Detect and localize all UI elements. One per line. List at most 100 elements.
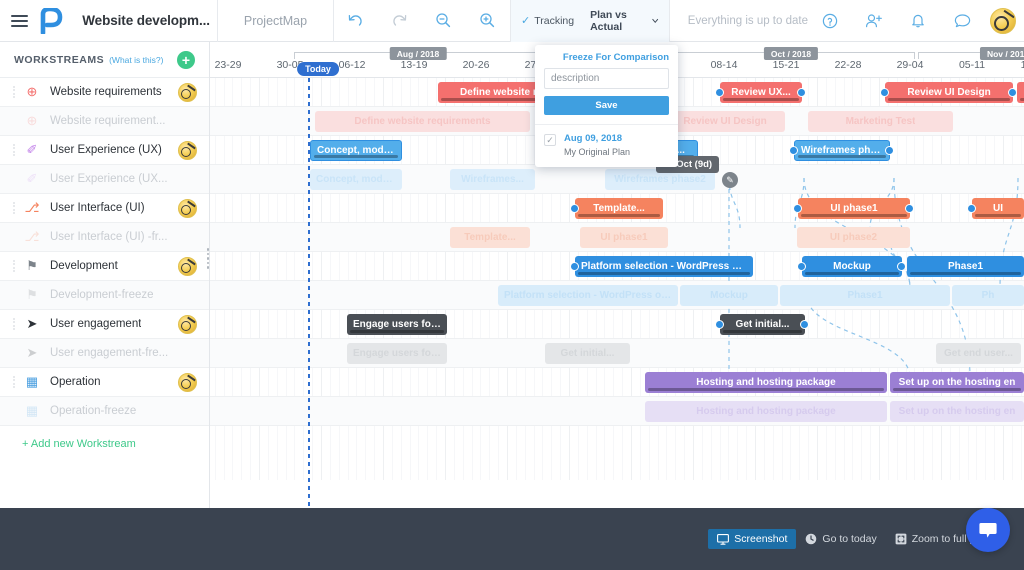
bar-start-handle[interactable]: [880, 88, 889, 97]
task-bar-label: Engage users for...: [353, 348, 441, 359]
workstream-owner-avatar[interactable]: [178, 82, 197, 102]
bar-end-handle[interactable]: [800, 320, 809, 329]
bar-end-handle[interactable]: [885, 146, 894, 155]
redo-icon[interactable]: [378, 0, 422, 42]
task-bar[interactable]: Phase1: [907, 256, 1024, 277]
help-question-icon[interactable]: [808, 0, 852, 42]
saved-snapshot-item[interactable]: ✓ Aug 09, 2018 My Original Plan: [535, 125, 678, 167]
tab-projectmap[interactable]: ProjectMap: [218, 14, 333, 28]
task-bar[interactable]: Wireframes phase2: [794, 140, 890, 161]
workstream-owner-avatar[interactable]: [178, 198, 197, 218]
bar-start-handle[interactable]: [715, 88, 724, 97]
bar-end-handle[interactable]: [897, 262, 906, 271]
bar-end-handle[interactable]: [905, 204, 914, 213]
progress-indicator: [578, 271, 750, 275]
workstream-row[interactable]: ⎇ User Interface (UI) -fr...: [0, 223, 209, 252]
task-bar-label: Mockup: [710, 290, 748, 301]
task-bar-label: Set up on the hosting en: [898, 406, 1016, 417]
bar-start-handle[interactable]: [789, 146, 798, 155]
task-bar[interactable]: Hosting and hosting package: [645, 372, 887, 393]
bar-start-handle[interactable]: [793, 204, 802, 213]
workstream-row[interactable]: ⊕ Website requirement...: [0, 107, 209, 136]
bar-start-handle[interactable]: [570, 204, 579, 213]
workstream-owner-avatar[interactable]: [178, 314, 197, 334]
workstream-owner-avatar[interactable]: [178, 256, 197, 276]
what-is-this-link[interactable]: (What is this?): [109, 55, 163, 65]
description-input[interactable]: [544, 68, 669, 89]
drag-handle-icon[interactable]: [10, 259, 18, 273]
add-new-workstream-button[interactable]: + Add new Workstream: [0, 426, 209, 450]
progress-indicator: [578, 213, 660, 217]
snapshot-checkbox[interactable]: ✓: [544, 134, 556, 146]
check-icon: ✓: [520, 15, 531, 27]
save-button[interactable]: Save: [544, 96, 669, 115]
workstream-row[interactable]: ➤ User engagement: [0, 310, 209, 339]
workstream-row[interactable]: ➤ User engagement-fre...: [0, 339, 209, 368]
tracking-toggle[interactable]: ✓ Tracking: [520, 14, 574, 28]
bar-start-handle[interactable]: [570, 262, 579, 271]
drag-handle-icon[interactable]: [10, 317, 18, 331]
task-bar[interactable]: Get initial...: [720, 314, 805, 335]
task-bar[interactable]: Concept, mode...: [310, 140, 402, 161]
comment-bubble-icon[interactable]: [940, 0, 984, 42]
drag-handle-icon[interactable]: [10, 201, 18, 215]
today-marker-pill[interactable]: Today: [297, 62, 339, 76]
drag-handle-icon[interactable]: [10, 85, 18, 99]
undo-icon[interactable]: [334, 0, 378, 42]
task-bar-label: Phase1: [947, 261, 984, 272]
workstream-owner-avatar[interactable]: [178, 372, 197, 392]
screenshot-button[interactable]: Screenshot: [708, 529, 797, 549]
drag-handle-icon[interactable]: [10, 143, 18, 157]
task-bar[interactable]: Set up on the hosting en: [890, 372, 1024, 393]
workstream-owner-avatar[interactable]: [178, 140, 197, 160]
globe-icon: ⊕: [26, 84, 38, 99]
add-user-icon[interactable]: [852, 0, 896, 42]
bar-start-handle[interactable]: [715, 320, 724, 329]
edit-pencil-icon[interactable]: ✎: [722, 172, 738, 188]
task-bar-label: Engage users for...: [353, 319, 441, 330]
proggio-logo-icon: [37, 6, 64, 36]
week-tick-label: 22-28: [834, 59, 862, 71]
task-bar[interactable]: Template...: [575, 198, 663, 219]
task-bar-label: Review UX...: [731, 87, 791, 98]
task-bar[interactable]: Engage users for...: [347, 314, 447, 335]
notification-bell-icon[interactable]: [896, 0, 940, 42]
user-avatar[interactable]: [990, 7, 1016, 34]
screenshot-label: Screenshot: [734, 533, 788, 545]
workstream-row[interactable]: ⚑ Development: [0, 252, 209, 281]
hamburger-menu-icon[interactable]: [8, 14, 31, 27]
plan-vs-actual-dropdown[interactable]: Plan vs Actual: [590, 9, 659, 33]
workstream-row[interactable]: ⎇ User Interface (UI): [0, 194, 209, 223]
globe-icon: ⊕: [26, 113, 38, 128]
zoom-out-icon[interactable]: [422, 0, 466, 42]
task-bar[interactable]: Review UI Design: [885, 82, 1013, 103]
task-bar[interactable]: Platform selection - WordPress or else: [575, 256, 753, 277]
panel-splitter-handle[interactable]: [204, 248, 212, 269]
task-bar[interactable]: UI phase1: [798, 198, 910, 219]
workstream-row[interactable]: ✐ User Experience (UX): [0, 136, 209, 165]
zoom-in-icon[interactable]: [466, 0, 510, 42]
baseline-ghost-bar: Hosting and hosting package: [645, 401, 887, 422]
go-to-today-button[interactable]: Go to today: [796, 529, 885, 549]
workstream-row[interactable]: ▦ Operation-freeze: [0, 397, 209, 426]
drag-handle-icon[interactable]: [10, 375, 18, 389]
task-bar[interactable]: Mockup: [802, 256, 902, 277]
workstream-row[interactable]: ⚑ Development-freeze: [0, 281, 209, 310]
bar-start-handle[interactable]: [967, 204, 976, 213]
task-bar[interactable]: Review UX...: [720, 82, 802, 103]
add-workstream-plus-icon[interactable]: +: [177, 50, 195, 69]
task-bar[interactable]: UI: [972, 198, 1024, 219]
workstream-label: Development: [50, 260, 118, 272]
bar-end-handle[interactable]: [797, 88, 806, 97]
task-bar[interactable]: Ma: [1017, 82, 1024, 103]
workstream-row[interactable]: ✐ User Experience (UX...: [0, 165, 209, 194]
bar-end-handle[interactable]: [1008, 88, 1017, 97]
go-to-today-label: Go to today: [822, 533, 877, 545]
workstream-row[interactable]: ⊕ Website requirements: [0, 78, 209, 107]
timeline-row[interactable]: [210, 310, 1024, 339]
workstream-label: User engagement-fre...: [50, 347, 169, 359]
workstream-row[interactable]: ▦ Operation: [0, 368, 209, 397]
bar-start-handle[interactable]: [797, 262, 806, 271]
chat-bubble-icon[interactable]: [966, 508, 1010, 552]
progress-indicator: [1020, 97, 1024, 101]
